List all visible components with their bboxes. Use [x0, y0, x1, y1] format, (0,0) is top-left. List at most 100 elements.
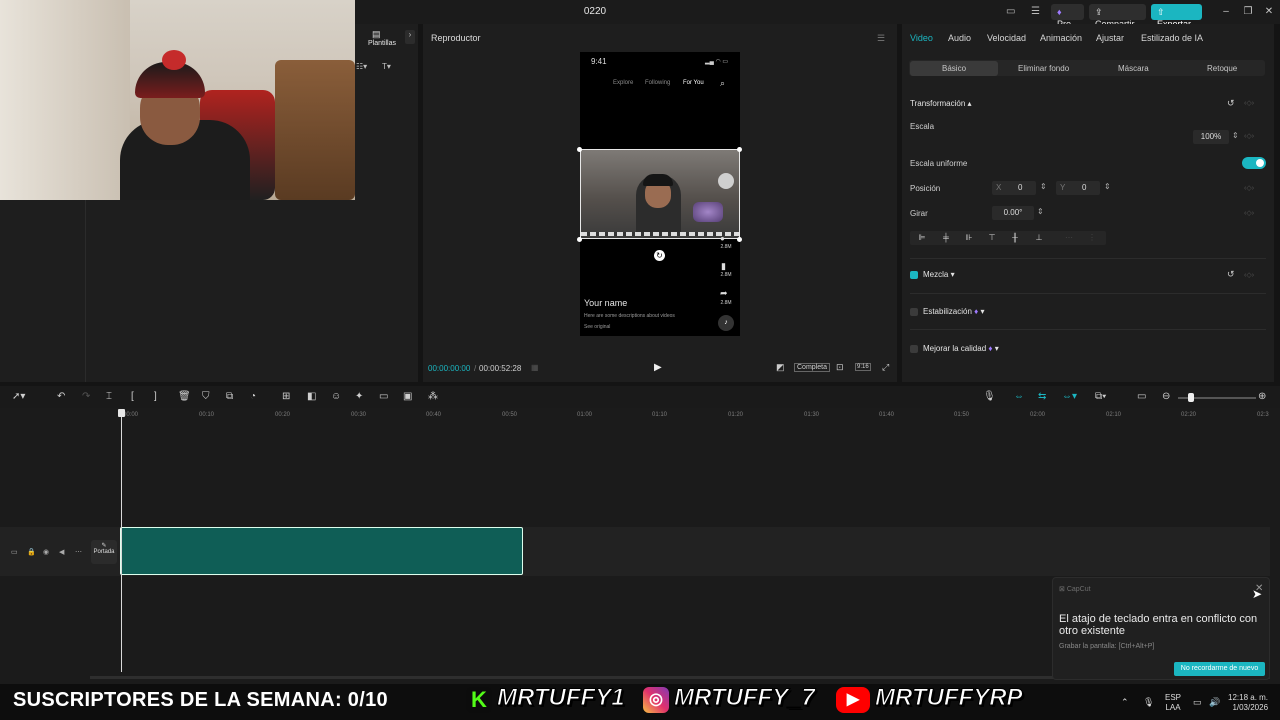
- x-stepper[interactable]: ⇕: [1040, 182, 1047, 191]
- tray-mic-icon[interactable]: 🎙: [1143, 697, 1154, 708]
- tray-chevron-icon[interactable]: ⌃: [1121, 697, 1129, 708]
- lock-icon[interactable]: 🔒: [27, 548, 36, 556]
- mirror-icon[interactable]: ◧: [307, 391, 316, 402]
- enhance-checkbox[interactable]: [910, 345, 918, 353]
- clock[interactable]: 12:18 a. m. 1/03/2026: [1228, 693, 1268, 713]
- menu-icon[interactable]: ☰: [1031, 6, 1040, 17]
- menu-icon[interactable]: ☰: [877, 33, 885, 44]
- scale-input[interactable]: 100%: [1193, 130, 1229, 144]
- keyframe-icon[interactable]: ‹◇›: [1244, 184, 1254, 192]
- freeze-icon[interactable]: ⊞: [282, 391, 290, 402]
- timeline-grid-icon[interactable]: ▦: [531, 363, 539, 372]
- rotate-input[interactable]: 0.00°: [992, 206, 1034, 220]
- subtab-basic[interactable]: Básico: [942, 64, 966, 73]
- link-icon[interactable]: ⇔: [1014, 391, 1024, 402]
- speaker-icon[interactable]: ◀: [59, 548, 64, 556]
- stabilize-section-title[interactable]: Estabilización ♦ ▾: [923, 307, 985, 316]
- ratio-button[interactable]: 9:16: [855, 363, 871, 371]
- y-stepper[interactable]: ⇕: [1104, 182, 1111, 191]
- snap-icon[interactable]: ⇔▾: [1062, 391, 1077, 402]
- video-frame[interactable]: [580, 149, 740, 239]
- eye-icon[interactable]: ◉: [43, 548, 49, 556]
- snapshot-icon[interactable]: ◩: [776, 362, 785, 373]
- tab-ai-style[interactable]: Estilizado de IA: [1141, 33, 1203, 43]
- playhead-handle[interactable]: [118, 409, 125, 417]
- reset-icon[interactable]: ↺: [1227, 98, 1235, 109]
- resize-handle[interactable]: [577, 237, 582, 242]
- tab-animation[interactable]: Animación: [1040, 33, 1082, 43]
- minimize-icon[interactable]: –: [1219, 6, 1233, 17]
- keyframe-icon[interactable]: ‹◇›: [1244, 99, 1254, 107]
- microphone-icon[interactable]: 🎙: [983, 391, 996, 402]
- blend-checkbox[interactable]: [910, 271, 918, 279]
- export-button[interactable]: ⇧ Exportar: [1151, 4, 1202, 29]
- trim-right-icon[interactable]: ]: [154, 391, 157, 402]
- crop-icon[interactable]: ⧉: [226, 391, 233, 402]
- align-top-icon[interactable]: ⊤: [986, 233, 998, 242]
- resize-handle[interactable]: [737, 237, 742, 242]
- undo-icon[interactable]: ↶: [57, 391, 65, 402]
- speed-icon[interactable]: ◔: [250, 391, 256, 402]
- subtab-retouch[interactable]: Retoque: [1207, 64, 1237, 73]
- tab-adjust[interactable]: Ajustar: [1096, 33, 1124, 43]
- tab-templates[interactable]: Plantillas: [360, 40, 404, 47]
- playhead[interactable]: [121, 410, 122, 672]
- quality-button[interactable]: Completa: [794, 363, 830, 372]
- scale-stepper[interactable]: ⇕: [1232, 131, 1239, 140]
- select-tool-icon[interactable]: ➚▾: [12, 391, 25, 402]
- preview-axis-icon[interactable]: ⧉▾: [1095, 391, 1106, 402]
- image-icon[interactable]: ▣: [403, 391, 412, 402]
- keyframe-icon[interactable]: ‹◇›: [1244, 132, 1254, 140]
- resize-handle[interactable]: [737, 147, 742, 152]
- fullscreen-icon[interactable]: ⤢: [882, 362, 889, 373]
- subtab-mask[interactable]: Máscara: [1118, 64, 1149, 73]
- transform-section-title[interactable]: Transformación ▴: [910, 99, 972, 108]
- maximize-icon[interactable]: ❐: [1241, 6, 1255, 17]
- position-y-input[interactable]: Y0: [1056, 181, 1100, 195]
- trim-left-icon[interactable]: [: [131, 391, 134, 402]
- tab-video[interactable]: Video: [910, 33, 933, 43]
- align-right-icon[interactable]: ⊪: [963, 233, 975, 242]
- align-center-v-icon[interactable]: ╫: [1009, 233, 1021, 242]
- split-icon[interactable]: ⌶: [106, 391, 112, 402]
- rotate-stepper[interactable]: ⇕: [1037, 207, 1044, 216]
- subtitle-icon[interactable]: ▭: [379, 391, 388, 402]
- magic-icon[interactable]: ✦: [355, 391, 363, 402]
- person-icon[interactable]: ☺: [331, 391, 341, 402]
- zoom-in-icon[interactable]: ⊕: [1258, 391, 1266, 402]
- tab-speed[interactable]: Velocidad: [987, 33, 1026, 43]
- tab-audio[interactable]: Audio: [948, 33, 971, 43]
- zoom-out-icon[interactable]: ⊖: [1162, 391, 1170, 402]
- caption-icon[interactable]: ▭: [1137, 391, 1146, 402]
- layout-icon[interactable]: ▭: [1006, 6, 1015, 17]
- align-left-icon[interactable]: ⊫: [916, 233, 928, 242]
- timeline-ruler[interactable]: [90, 408, 1280, 422]
- play-button[interactable]: ▶: [654, 362, 662, 373]
- keyframe-icon[interactable]: ‹◇›: [1244, 209, 1254, 217]
- more-icon[interactable]: ⋯: [75, 548, 82, 556]
- share-button[interactable]: ⇪ Compartir: [1089, 4, 1146, 29]
- align-center-h-icon[interactable]: ╪: [940, 233, 952, 242]
- stabilize-checkbox[interactable]: [910, 308, 918, 316]
- marker-icon[interactable]: ⛉: [202, 391, 210, 402]
- rotate-handle-icon[interactable]: ↻: [654, 250, 665, 261]
- keyframe-icon[interactable]: ‹◇›: [1244, 271, 1254, 279]
- cover-button[interactable]: ✎ Portada: [91, 540, 117, 564]
- resize-handle[interactable]: [577, 147, 582, 152]
- network-icon[interactable]: ▭: [1193, 697, 1202, 708]
- text-sort-icon[interactable]: T▾: [382, 62, 391, 71]
- beat-icon[interactable]: ⁂: [428, 391, 438, 402]
- pro-button[interactable]: ♦ Pro: [1051, 4, 1084, 29]
- track-video-icon[interactable]: ▭: [11, 548, 18, 556]
- magnet-icon[interactable]: ⇆: [1038, 391, 1046, 402]
- focus-icon[interactable]: ⊡: [836, 362, 844, 373]
- delete-icon[interactable]: 🗑: [178, 391, 191, 402]
- zoom-slider-handle[interactable]: [1188, 393, 1194, 402]
- align-bottom-icon[interactable]: ⊥: [1033, 233, 1045, 242]
- blend-section-title[interactable]: Mezcla ▾: [923, 270, 955, 279]
- dont-remind-button[interactable]: No recordarme de nuevo: [1174, 662, 1265, 676]
- chevron-right-icon[interactable]: ›: [405, 30, 415, 44]
- language-indicator[interactable]: ESP LAA: [1165, 693, 1181, 713]
- filter-icon[interactable]: ☷▾: [356, 62, 367, 71]
- position-x-input[interactable]: X0: [992, 181, 1036, 195]
